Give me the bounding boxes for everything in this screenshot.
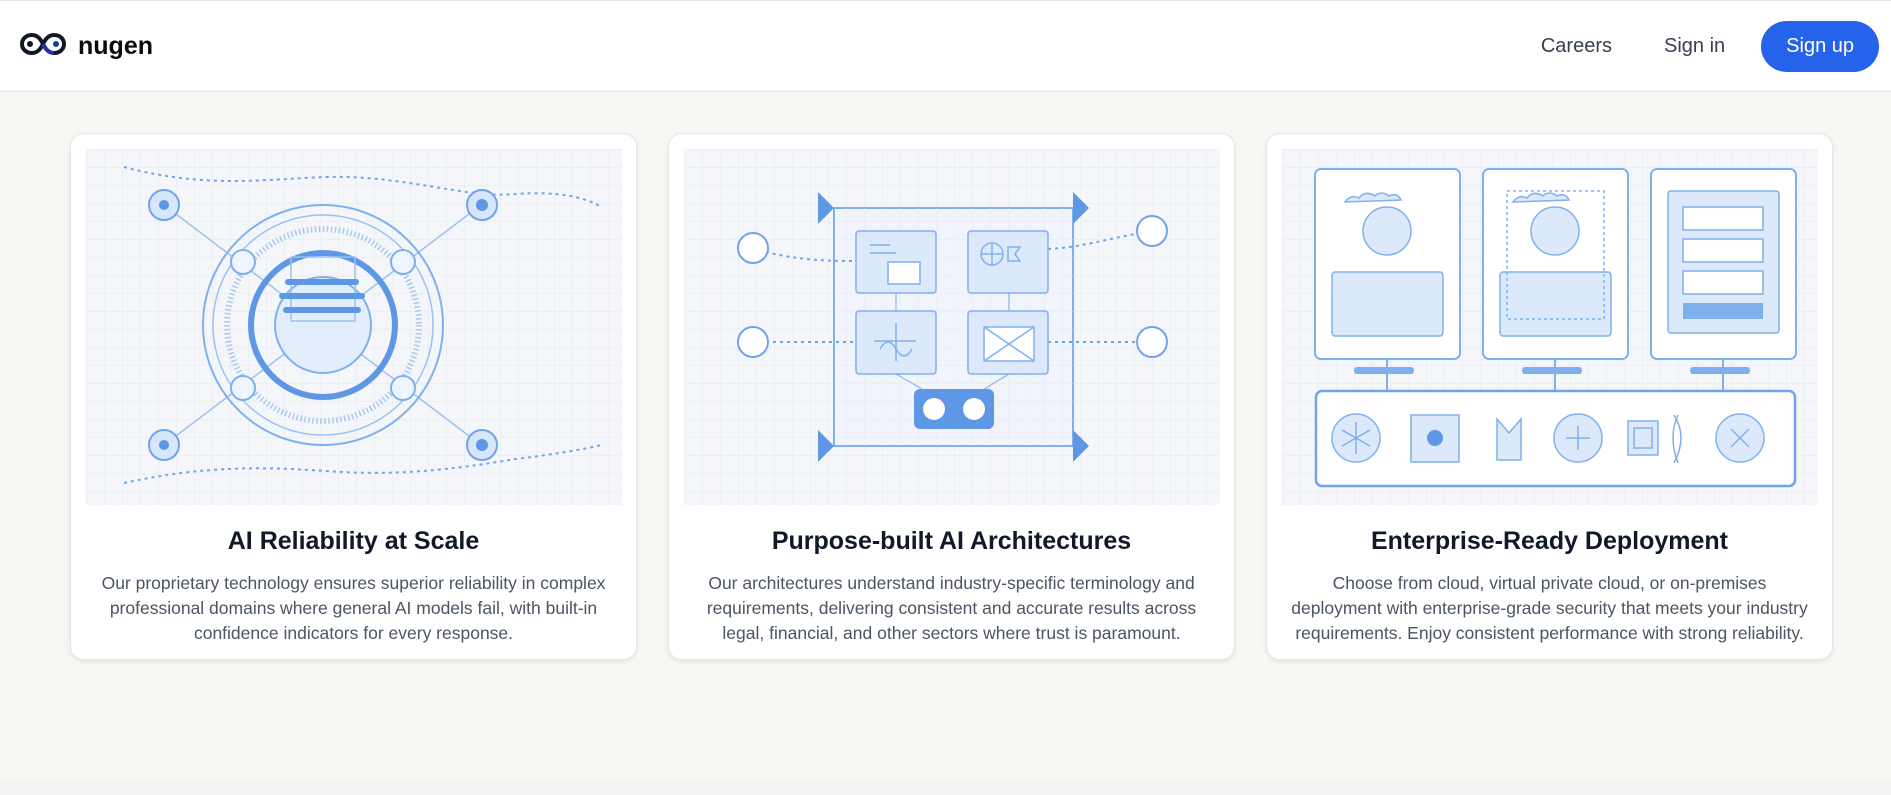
card-description: Our architectures understand industry-sp… (706, 573, 1197, 643)
careers-link[interactable]: Careers (1541, 35, 1612, 58)
feature-card-deployment: Enterprise-Ready Deployment Choose from … (1266, 133, 1833, 660)
infinity-loop-icon (19, 31, 67, 62)
deployment-screens-icon (1282, 149, 1818, 505)
card-description: Choose from cloud, virtual private cloud… (1291, 573, 1808, 643)
card-title: AI Reliability at Scale (227, 527, 480, 555)
feature-card-reliability: AI Reliability at Scale Our proprietary … (70, 133, 637, 660)
card-title: Enterprise-Ready Deployment (1370, 527, 1729, 555)
card-title: Purpose-built AI Architectures (771, 527, 1132, 555)
sign-in-link[interactable]: Sign in (1664, 35, 1725, 58)
card-description: Our proprietary technology ensures super… (101, 573, 606, 643)
brand[interactable]: nugen (19, 31, 153, 62)
brand-name: nugen (78, 31, 153, 60)
page-bottom-strip (0, 781, 1891, 795)
sign-up-button[interactable]: Sign up (1761, 20, 1879, 72)
feature-cards: AI Reliability at Scale Our proprietary … (70, 133, 1833, 660)
feature-card-architectures: Purpose-built AI Architectures Our archi… (668, 133, 1235, 660)
architecture-grid-icon (684, 149, 1220, 505)
top-navigation-bar: nugen Careers Sign in Sign up (0, 0, 1891, 92)
reliability-target-icon (86, 149, 622, 505)
main-nav: Careers Sign in Sign up (1541, 20, 1879, 72)
